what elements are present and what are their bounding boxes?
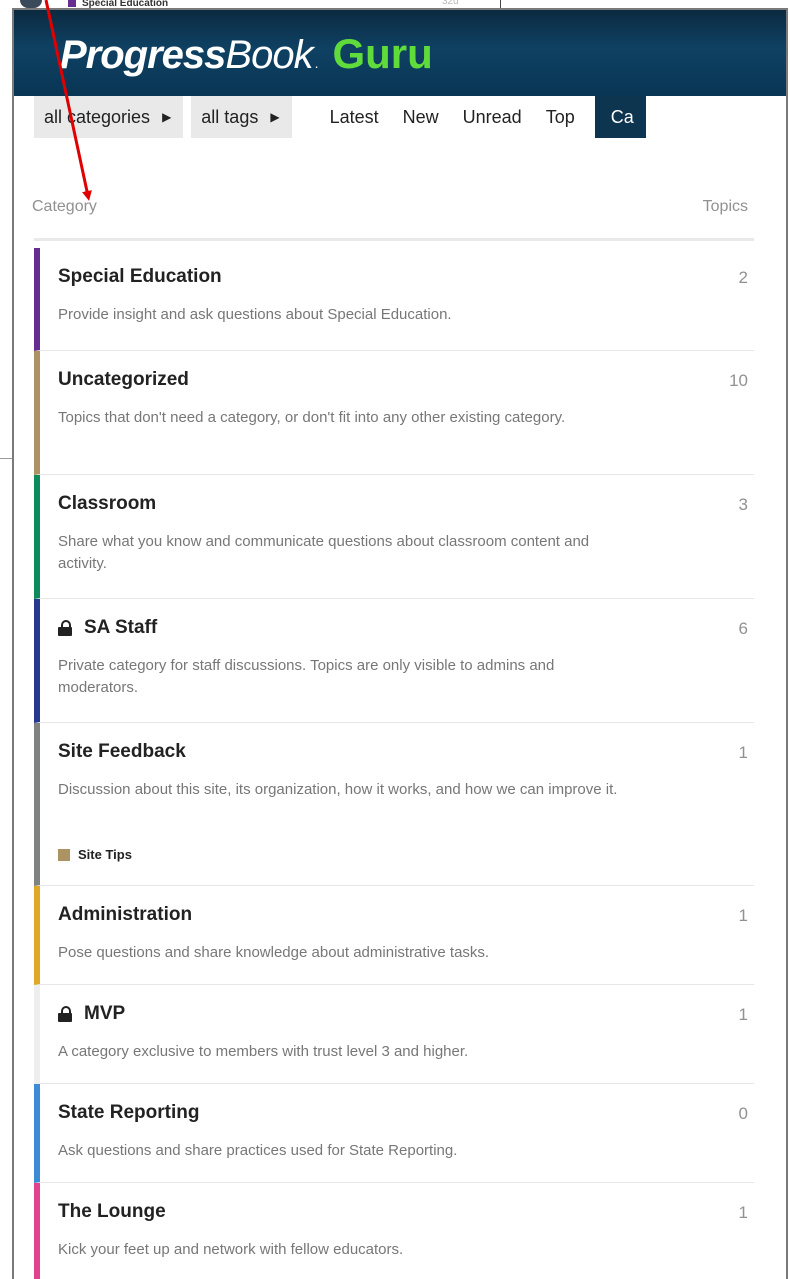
lock-icon (58, 620, 72, 636)
category-name[interactable]: SA Staff (58, 617, 157, 639)
category-table-header: Category Topics (32, 198, 748, 216)
nav-top[interactable]: Top (534, 96, 587, 138)
category-topic-count: 0 (738, 1104, 748, 1123)
navigation-bar: all categories ▶ all tags ▶ Latest New U… (34, 96, 646, 138)
tag-filter-label: all tags (201, 106, 259, 127)
site-logo[interactable]: Progress Book . Guru (60, 30, 433, 78)
category-name-text: Uncategorized (58, 369, 189, 390)
caret-right-icon: ▶ (162, 110, 172, 124)
subcategory-name: Site Tips (78, 847, 132, 862)
category-row[interactable]: Site Feedback 1 Discussion about this si… (34, 723, 754, 886)
table-header-divider (34, 238, 754, 241)
background-rule (0, 458, 12, 459)
category-row[interactable]: The Lounge 1 Kick your feet up and netwo… (34, 1183, 754, 1279)
category-name[interactable]: Special Education (58, 266, 222, 288)
logo-guru: Guru (332, 30, 433, 77)
logo-progress: Progress (60, 33, 226, 77)
background-divider (500, 0, 501, 8)
category-filter-label: all categories (44, 106, 151, 127)
category-name-text: Classroom (58, 493, 157, 514)
category-row[interactable]: Uncategorized 10 Topics that don't need … (34, 351, 754, 475)
category-name[interactable]: Classroom (58, 493, 156, 515)
category-name-text: Special Education (58, 266, 222, 287)
background-category-swatch (68, 0, 76, 7)
category-description: Topics that don't need a category, or do… (58, 409, 566, 426)
column-header-topics: Topics (702, 198, 748, 215)
category-name-text: The Lounge (58, 1201, 166, 1222)
category-name-text: Site Feedback (58, 741, 186, 762)
category-name-text: Administration (58, 904, 193, 925)
subcategory-swatch (58, 848, 70, 861)
category-topic-count: 1 (738, 1005, 748, 1024)
category-name[interactable]: MVP (58, 1003, 125, 1025)
category-row[interactable]: Classroom 3 Share what you know and comm… (34, 475, 754, 599)
category-description: Pose questions and share knowledge about… (58, 944, 490, 961)
category-description: Discussion about this site, its organiza… (58, 781, 618, 798)
category-description: Provide insight and ask questions about … (58, 306, 452, 323)
nav-new[interactable]: New (391, 96, 451, 138)
category-row[interactable]: Special Education 2 Provide insight and … (34, 248, 754, 351)
category-description: Private category for staff discussions. … (58, 657, 555, 696)
background-avatar (20, 0, 42, 8)
lock-icon (58, 1006, 72, 1022)
category-description: Share what you know and communicate ques… (58, 533, 590, 572)
category-name[interactable]: Site Feedback (58, 741, 186, 763)
category-row[interactable]: MVP 1 A category exclusive to members wi… (34, 985, 754, 1084)
background-item-age: 32d (442, 0, 459, 7)
category-name-text: MVP (84, 1003, 126, 1024)
category-row[interactable]: Administration 1 Pose questions and shar… (34, 886, 754, 985)
site-header: Progress Book . Guru (14, 10, 786, 96)
logo-book: Book (225, 33, 313, 77)
category-description: Kick your feet up and network with fello… (58, 1241, 404, 1258)
nav-unread[interactable]: Unread (451, 96, 534, 138)
category-topic-count: 1 (738, 1203, 748, 1222)
category-description: A category exclusive to members with tru… (58, 1043, 469, 1060)
category-topic-count: 2 (738, 268, 748, 287)
logo-dot: . (314, 55, 319, 71)
category-topic-count: 1 (738, 906, 748, 925)
category-description: Ask questions and share practices used f… (58, 1142, 458, 1159)
screenshot-stage: Special Education 32d Progress Book . Gu… (0, 0, 790, 1279)
nav-categories[interactable]: Ca (594, 96, 646, 138)
category-row[interactable]: State Reporting 0 Ask questions and shar… (34, 1084, 754, 1183)
category-row[interactable]: SA Staff 6 Private category for staff di… (34, 599, 754, 723)
category-topic-count: 1 (738, 743, 748, 762)
category-name[interactable]: The Lounge (58, 1201, 166, 1223)
category-name[interactable]: Administration (58, 904, 192, 926)
category-name[interactable]: State Reporting (58, 1102, 199, 1124)
tag-filter-dropdown[interactable]: all tags ▶ (191, 96, 292, 138)
category-topic-count: 10 (729, 371, 748, 390)
category-filter-dropdown[interactable]: all categories ▶ (34, 96, 184, 138)
category-name-text: SA Staff (84, 617, 158, 638)
category-topic-count: 6 (738, 619, 748, 638)
caret-right-icon: ▶ (270, 110, 280, 124)
category-topic-count: 3 (738, 495, 748, 514)
category-name[interactable]: Uncategorized (58, 369, 189, 391)
category-name-text: State Reporting (58, 1102, 200, 1123)
subcategory-link[interactable]: Site Tips (58, 847, 132, 862)
nav-latest[interactable]: Latest (318, 96, 391, 138)
column-header-category: Category (32, 198, 97, 215)
